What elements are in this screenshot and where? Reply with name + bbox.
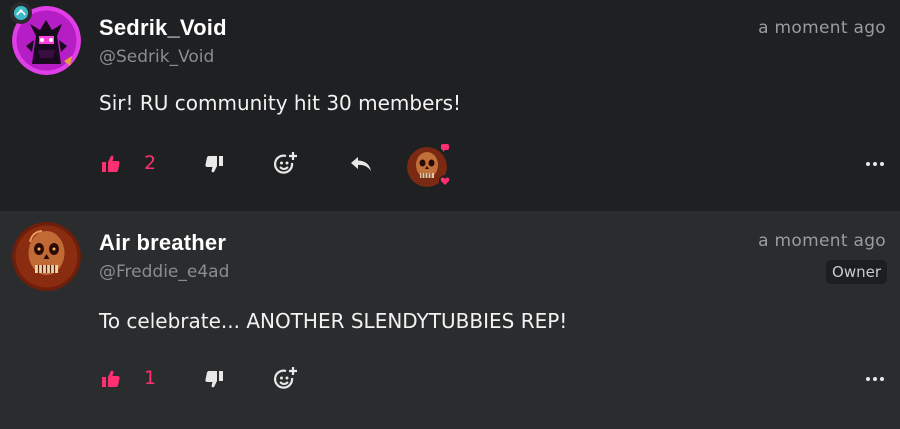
thumbs-up-icon	[102, 370, 120, 387]
add-emoji-icon	[274, 367, 297, 389]
comment-badge-icon	[439, 142, 451, 154]
user-handle[interactable]: @Freddie_e4ad	[99, 262, 229, 282]
more-options-button[interactable]	[864, 368, 886, 390]
dislike-button[interactable]	[203, 153, 225, 175]
add-emoji-icon	[274, 152, 297, 174]
comment-post: Sedrik_Void @Sedrik_Void a moment ago Si…	[0, 0, 900, 211]
display-name[interactable]: Air breather	[99, 230, 226, 256]
like-count: 1	[144, 367, 157, 389]
comment-feed: Sedrik_Void @Sedrik_Void a moment ago Si…	[0, 0, 900, 429]
thumbs-down-icon	[205, 156, 223, 173]
thumbs-up-icon	[102, 155, 120, 172]
ellipsis-icon	[866, 377, 884, 381]
thumbs-down-icon	[205, 371, 223, 388]
like-button[interactable]	[100, 368, 122, 390]
timestamp: a moment ago	[758, 231, 886, 251]
more-options-button[interactable]	[864, 153, 886, 175]
ellipsis-icon	[866, 162, 884, 166]
comment-body: Sir! RU community hit 30 members!	[99, 91, 462, 115]
reply-button[interactable]	[349, 153, 373, 175]
like-count: 2	[144, 152, 157, 174]
avatar[interactable]	[12, 222, 81, 291]
dislike-button[interactable]	[203, 368, 225, 390]
like-button[interactable]	[100, 153, 122, 175]
reply-arrow-icon	[351, 157, 371, 171]
action-bar: 1	[0, 360, 900, 400]
add-reaction-button[interactable]	[273, 366, 299, 392]
comment-body: To celebrate... ANOTHER SLENDYTUBBIES RE…	[99, 309, 568, 333]
action-bar: 2	[0, 142, 900, 187]
timestamp: a moment ago	[758, 18, 886, 38]
user-handle[interactable]: @Sedrik_Void	[99, 47, 214, 67]
add-reaction-button[interactable]	[273, 151, 299, 177]
achievement-badge-icon	[10, 2, 32, 24]
comment-post: Air breather @Freddie_e4ad a moment ago …	[0, 211, 900, 429]
role-badge: Owner	[826, 260, 887, 284]
display-name[interactable]: Sedrik_Void	[99, 15, 227, 41]
heart-icon	[439, 175, 451, 187]
